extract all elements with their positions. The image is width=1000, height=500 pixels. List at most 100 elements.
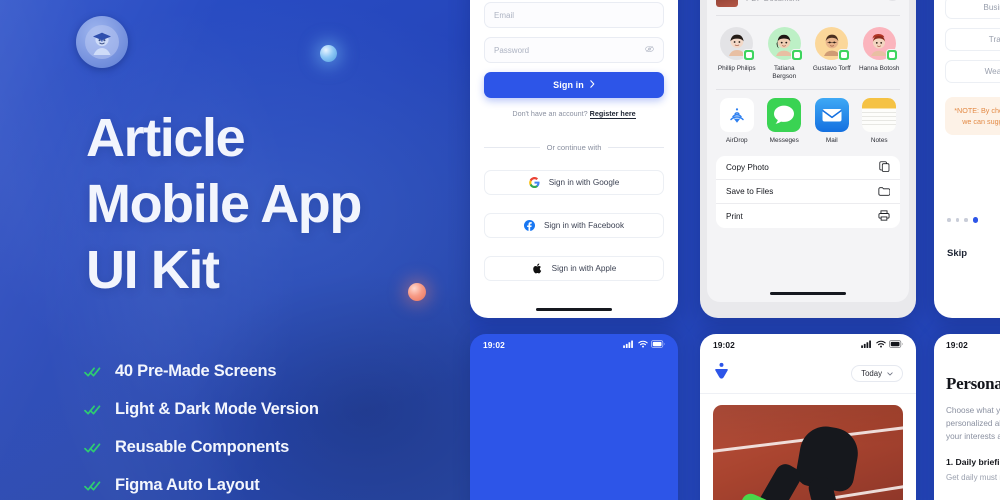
skip-button[interactable]: Skip	[945, 248, 1000, 259]
email-placeholder: Email	[494, 10, 515, 20]
graduate-avatar-icon	[76, 16, 128, 68]
share-target-notes[interactable]: Notes	[856, 98, 904, 144]
facebook-signin-button[interactable]: Sign in with Facebook	[484, 213, 664, 238]
print-action[interactable]: Print	[716, 204, 900, 228]
battery-icon	[889, 340, 903, 350]
status-bar-icons	[623, 340, 665, 350]
feature-item: 40 Pre-Made Screens	[84, 352, 454, 390]
article-heading: Personalize	[946, 374, 1000, 393]
today-filter-label: Today	[861, 368, 882, 378]
facebook-icon	[523, 220, 535, 231]
google-signin-button[interactable]: Sign in with Google	[484, 170, 664, 195]
copy-icon	[879, 161, 890, 174]
share-target-airdrop[interactable]: AirDrop	[713, 98, 761, 144]
share-app-targets: AirDrop Messeges Mail Notes	[707, 90, 909, 153]
contact-item[interactable]: Gustavo Torff	[808, 27, 856, 81]
email-field[interactable]: Email	[484, 2, 664, 28]
folder-icon	[878, 186, 891, 198]
feature-label: Light & Dark Mode Version	[115, 399, 319, 418]
feature-label: Reusable Components	[115, 437, 290, 456]
password-placeholder: Password	[494, 45, 530, 55]
imessage-badge-icon	[885, 49, 898, 61]
pagination-dot[interactable]	[955, 218, 959, 222]
imessage-badge-icon	[743, 49, 756, 61]
airdrop-icon	[719, 98, 754, 132]
imessage-badge-icon	[790, 49, 803, 61]
cellular-icon	[623, 340, 634, 350]
copy-photo-label: Copy Photo	[726, 163, 769, 172]
contact-item[interactable]: Tatiana Bergson	[761, 27, 809, 81]
wifi-icon	[875, 340, 886, 350]
hero-panel: Article Mobile App UI Kit 40 Pre-Made Sc…	[0, 0, 470, 500]
pagination-dot[interactable]	[964, 218, 968, 222]
article-screen: 19:02 Personalize Choose what you want p…	[934, 334, 1000, 500]
copy-photo-action[interactable]: Copy Photo	[716, 156, 900, 180]
chip-label: Travel	[988, 35, 1000, 44]
contact-name: Gustavo Torff	[812, 65, 851, 72]
close-icon[interactable]	[885, 0, 900, 1]
share-actions-list: Copy Photo Save to Files Print	[716, 156, 900, 228]
avatar	[720, 27, 756, 61]
imessage-badge-icon	[838, 49, 851, 61]
today-filter-dropdown[interactable]: Today	[851, 364, 903, 382]
share-sheet-header: Sport Article PDF Document	[707, 0, 909, 15]
share-sheet: Sport Article PDF Document Phillip	[707, 0, 909, 302]
apple-icon	[532, 263, 543, 274]
page-title: Article Mobile App UI Kit	[86, 105, 466, 303]
chevron-down-icon	[887, 369, 893, 378]
app-label: AirDrop	[725, 137, 748, 144]
status-bar-time: 19:02	[946, 340, 968, 350]
feature-item: Light & Dark Mode Version	[84, 390, 454, 428]
contact-name: Phillip Philips	[717, 65, 756, 72]
title-line-1: Article	[86, 108, 246, 168]
signin-button[interactable]: Sign in	[484, 72, 664, 98]
feature-label: 40 Pre-Made Screens	[115, 361, 277, 380]
google-icon	[528, 177, 540, 188]
pagination-dot-active[interactable]	[972, 217, 978, 223]
feed-screen: 19:02 Today	[700, 334, 916, 500]
status-bar: 19:02	[470, 334, 678, 356]
ui-kit-preview: Article Mobile App UI Kit 40 Pre-Made Sc…	[0, 0, 1000, 500]
chip-travel[interactable]: Travel	[945, 28, 1000, 51]
contact-item[interactable]: Phillip Philips	[713, 27, 761, 81]
signin-button-label: Sign in	[553, 80, 584, 90]
avatar	[767, 27, 803, 61]
feed-hero-image[interactable]	[713, 405, 903, 500]
password-field[interactable]: Password	[484, 37, 664, 63]
avatar	[862, 27, 898, 61]
feature-item: Figma Auto Layout	[84, 466, 454, 500]
divider-label: Or continue with	[546, 143, 602, 152]
chip-label: Business	[983, 3, 1000, 12]
contact-name: Tatiana Bergson	[772, 65, 797, 80]
contact-item[interactable]: Hanna Botosh	[856, 27, 904, 81]
share-target-messages[interactable]: Messeges	[761, 98, 809, 144]
home-indicator	[770, 291, 846, 295]
divider: Or continue with	[484, 143, 664, 152]
messages-icon	[767, 98, 802, 132]
apple-signin-button[interactable]: Sign in with Apple	[484, 256, 664, 281]
double-check-icon	[84, 441, 101, 453]
signin-screen: Email Password Sign in Don't have an acc…	[470, 0, 678, 318]
pagination-dots[interactable]	[945, 217, 1000, 223]
feature-list: 40 Pre-Made Screens Light & Dark Mode Ve…	[84, 352, 454, 500]
avatar	[815, 27, 851, 61]
share-target-mail[interactable]: Mail	[808, 98, 856, 144]
double-check-icon	[84, 403, 101, 415]
register-link[interactable]: Register here	[589, 109, 636, 119]
feature-item: Reusable Components	[84, 428, 454, 466]
article-section-title: 1. Daily briefing	[946, 457, 1000, 467]
chip-weather[interactable]: Weather	[945, 60, 1000, 83]
app-label: Messeges	[769, 137, 799, 144]
app-logo-icon[interactable]	[713, 362, 730, 384]
app-label: Notes	[870, 137, 888, 144]
pagination-dot[interactable]	[947, 218, 951, 222]
note-banner: *NOTE: By choosing games, we can suggest…	[945, 97, 1000, 135]
chip-business[interactable]: Business	[945, 0, 1000, 19]
status-bar-time: 19:02	[713, 340, 735, 350]
eye-off-icon[interactable]	[645, 46, 654, 55]
interests-screen: Life Style Business Travel Weather *NOTE…	[934, 0, 1000, 318]
feed-header: Today	[700, 356, 916, 393]
cellular-icon	[861, 340, 872, 350]
save-to-files-action[interactable]: Save to Files	[716, 180, 900, 204]
status-bar: 19:02	[934, 334, 1000, 356]
